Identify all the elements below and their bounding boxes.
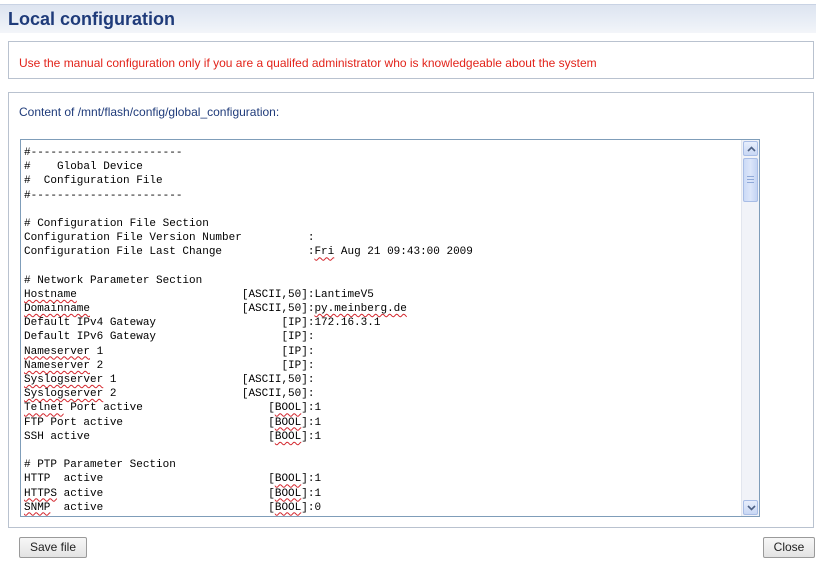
config-line: # Network Parameter Section	[24, 274, 203, 287]
config-line: Default IPv6 Gateway [IP]:	[24, 331, 315, 344]
scroll-up-button[interactable]	[743, 141, 758, 156]
vertical-scrollbar[interactable]	[741, 140, 759, 516]
page-title: Local configuration	[8, 9, 176, 29]
thumb-grip-line	[747, 176, 754, 177]
config-text[interactable]: #----------------------- # Global Device #…	[21, 140, 732, 516]
config-line: Syslogserver 2 [ASCII,50]:	[24, 388, 315, 401]
scroll-thumb[interactable]	[743, 158, 758, 202]
config-line: Configuration File Last Change :Fri Aug …	[24, 246, 473, 259]
config-line: SSH active [BOOL]:1	[24, 430, 322, 443]
thumb-grip-line	[747, 182, 754, 183]
config-line: # Configuration File	[24, 175, 163, 188]
content-path-label: Content of /mnt/flash/config/global_conf…	[19, 105, 280, 119]
chevron-down-icon	[747, 505, 756, 511]
config-line: Nameserver 1 [IP]:	[24, 345, 315, 358]
config-line: # PTP Parameter Section	[24, 459, 176, 472]
config-line: # Global Device	[24, 161, 143, 174]
config-line: #-----------------------	[24, 189, 183, 202]
save-file-button[interactable]: Save file	[19, 537, 87, 558]
config-line: Hostname [ASCII,50]:LantimeV5	[24, 288, 374, 301]
warning-box: Use the manual configuration only if you…	[8, 41, 814, 79]
config-textarea[interactable]: #----------------------- # Global Device #…	[20, 139, 760, 517]
config-line: #-----------------------	[24, 147, 183, 159]
close-button[interactable]: Close	[763, 537, 815, 558]
config-line	[24, 203, 732, 217]
config-line: Nameserver 2 [IP]:	[24, 359, 315, 372]
config-line: SNMP active [BOOL]:0	[24, 501, 322, 514]
config-line: Telnet Port active [BOOL]:1	[24, 402, 322, 415]
config-line: HTTPS active [BOOL]:1	[24, 487, 322, 500]
config-line: # Configuration File Section	[24, 217, 209, 230]
config-line	[24, 444, 732, 458]
config-line: Domainname [ASCII,50]:py.meinberg.de	[24, 303, 407, 316]
title-bar: Local configuration	[0, 4, 816, 33]
warning-text: Use the manual configuration only if you…	[19, 56, 597, 70]
config-line	[24, 260, 732, 274]
config-line: Default IPv4 Gateway [IP]:172.16.3.1	[24, 317, 381, 330]
config-line: FTP Port active [BOOL]:1	[24, 416, 322, 429]
thumb-grip-line	[747, 179, 754, 180]
chevron-up-icon	[747, 146, 756, 152]
scroll-down-button[interactable]	[743, 500, 758, 515]
config-line: Configuration File Version Number :	[24, 232, 315, 245]
config-line: HTTP active [BOOL]:1	[24, 473, 322, 486]
config-line: Syslogserver 1 [ASCII,50]:	[24, 374, 315, 386]
config-content-panel: Content of /mnt/flash/config/global_conf…	[8, 92, 814, 528]
